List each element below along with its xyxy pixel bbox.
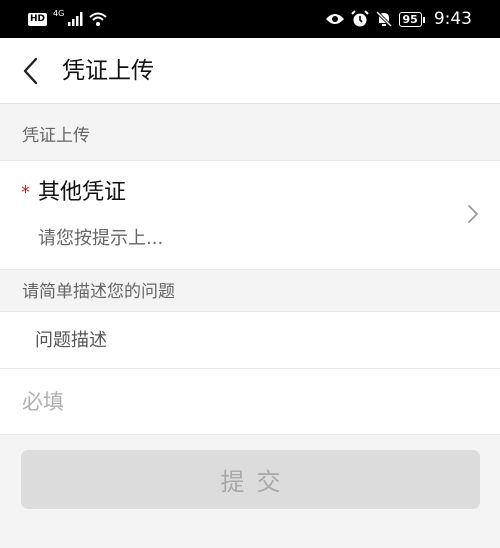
hd-badge: HD: [28, 12, 48, 26]
submit-button[interactable]: 提交: [21, 450, 480, 509]
network-type-label: 4G: [53, 8, 65, 18]
header-bar: 凭证上传: [0, 38, 500, 104]
divider: [0, 160, 500, 161]
field-hint: 请您按提示上...: [38, 228, 164, 249]
mute-bell-icon: [375, 10, 392, 28]
divider: [0, 434, 500, 435]
wifi-icon: [89, 12, 107, 26]
required-detail-input[interactable]: [0, 369, 500, 434]
other-voucher-row[interactable]: * 其他凭证 请您按提示上...: [0, 160, 500, 270]
eye-icon: [325, 14, 344, 24]
status-left: HD 4G: [28, 9, 108, 29]
chevron-right-icon: [468, 205, 478, 223]
status-bar: HD 4G 95 9:43: [0, 0, 500, 38]
divider: [0, 269, 500, 270]
chevron-left-icon: [23, 57, 38, 85]
alarm-icon: [350, 10, 369, 27]
section-label-voucher: 凭证上传: [22, 126, 90, 146]
battery-icon: 95: [398, 11, 426, 27]
status-right: 95 9:43: [325, 8, 472, 30]
signal-icon: [68, 12, 83, 26]
page-title: 凭证上传: [62, 58, 154, 84]
problem-description-input[interactable]: [0, 312, 500, 368]
required-mark: *: [21, 182, 30, 203]
clock: 9:43: [433, 9, 472, 29]
back-button[interactable]: [16, 55, 48, 87]
field-title: 其他凭证: [38, 180, 127, 205]
section-label-problem: 请简单描述您的问题: [22, 282, 175, 302]
